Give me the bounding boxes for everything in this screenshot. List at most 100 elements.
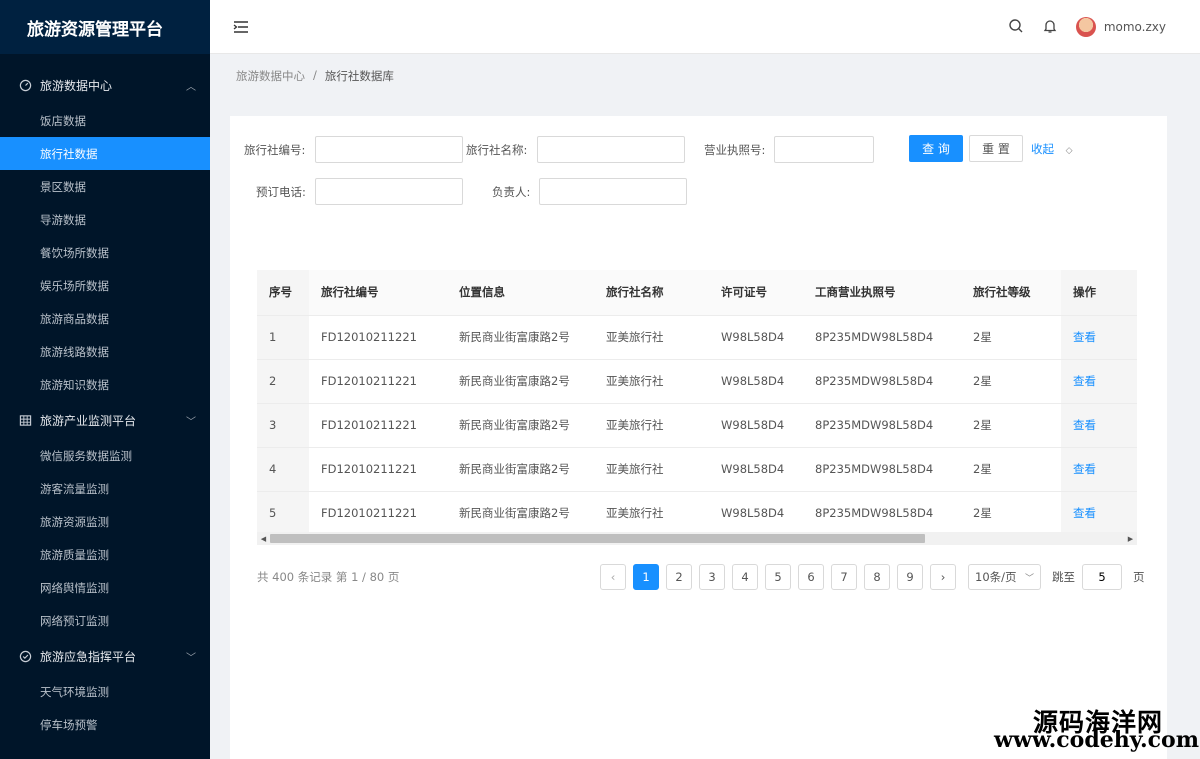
- sidebar-item-entertainment[interactable]: 娱乐场所数据: [0, 269, 210, 302]
- breadcrumb-current: 旅行社数据库: [324, 69, 394, 83]
- cell-business-license: 8P235MDW98L58D4: [803, 315, 961, 360]
- agency-code-label: 旅行社编号:: [244, 143, 306, 157]
- page-button[interactable]: 3: [699, 564, 725, 590]
- pagination: ‹ 1 2 3 4 5 6 7 8 9 › 10条/页 ﹀ 跳至 页: [600, 564, 1145, 590]
- cell-index: 4: [257, 447, 309, 492]
- cell-agency-code: FD12010211221: [309, 403, 447, 448]
- manager-label: 负责人:: [492, 185, 531, 199]
- cell-permit: W98L58D4: [709, 359, 803, 404]
- column-header: 许可证号: [709, 270, 803, 316]
- check-circle-icon: [18, 649, 32, 663]
- phone-label: 预订电话:: [256, 185, 306, 199]
- chevron-up-icon: ︿: [186, 81, 196, 93]
- page-button[interactable]: 8: [864, 564, 890, 590]
- table-row: 3 FD12010211221 新民商业街富康路2号 亚美旅行社 W98L58D…: [257, 403, 1137, 448]
- page-button[interactable]: 4: [732, 564, 758, 590]
- cell-level: 2星: [961, 359, 1061, 404]
- page-button[interactable]: 2: [666, 564, 692, 590]
- breadcrumb-parent[interactable]: 旅游数据中心: [236, 68, 305, 84]
- menu-group-data-center[interactable]: 旅游数据中心 ︿: [0, 66, 210, 104]
- cell-agency-code: FD12010211221: [309, 359, 447, 404]
- jump-label: 跳至: [1052, 570, 1075, 584]
- page-button[interactable]: 7: [831, 564, 857, 590]
- sidebar-item-wechat[interactable]: 微信服务数据监测: [0, 439, 210, 472]
- horizontal-scrollbar[interactable]: ◀ ▶: [257, 532, 1137, 545]
- cell-location: 新民商业街富康路2号: [447, 359, 594, 404]
- view-link[interactable]: 查看: [1073, 374, 1096, 388]
- menu-group-industry-monitor[interactable]: 旅游产业监测平台 ﹀: [0, 401, 210, 439]
- sidebar-item-scenic[interactable]: 景区数据: [0, 170, 210, 203]
- chevron-down-icon: ﹀: [1024, 573, 1034, 584]
- license-input[interactable]: [774, 136, 874, 163]
- sidebar-item-quality[interactable]: 旅游质量监测: [0, 538, 210, 571]
- sidebar-item-parking[interactable]: 停车场预警: [0, 708, 210, 741]
- view-link[interactable]: 查看: [1073, 506, 1096, 520]
- page-unit-label: 页: [1133, 570, 1145, 584]
- scroll-left-icon[interactable]: ◀: [257, 532, 270, 545]
- sidebar-item-knowledge[interactable]: 旅游知识数据: [0, 368, 210, 401]
- manager-input[interactable]: [539, 178, 687, 205]
- search-icon[interactable]: [1008, 18, 1024, 37]
- menu-fold-icon[interactable]: [232, 19, 250, 35]
- column-header: 位置信息: [447, 270, 594, 316]
- cell-business-license: 8P235MDW98L58D4: [803, 403, 961, 448]
- cell-location: 新民商业街富康路2号: [447, 491, 594, 536]
- view-link[interactable]: 查看: [1073, 418, 1096, 432]
- avatar[interactable]: [1075, 17, 1096, 37]
- submenu-emergency: 天气环境监测 停车场预警: [0, 675, 210, 741]
- agency-name-input[interactable]: [537, 136, 685, 163]
- table-header-row: 序号 旅行社编号 位置信息 旅行社名称 许可证号 工商营业执照号 旅行社等级 操…: [257, 270, 1137, 316]
- cell-permit: W98L58D4: [709, 403, 803, 448]
- sidebar-item-public-opinion[interactable]: 网络舆情监测: [0, 571, 210, 604]
- collapse-link[interactable]: 收起 ◇: [1031, 141, 1073, 157]
- sidebar-item-online-booking[interactable]: 网络预订监测: [0, 604, 210, 637]
- sidebar-item-weather[interactable]: 天气环境监测: [0, 675, 210, 708]
- sidebar-item-routes[interactable]: 旅游线路数据: [0, 335, 210, 368]
- cell-permit: W98L58D4: [709, 315, 803, 360]
- cell-level: 2星: [961, 447, 1061, 492]
- jump-input[interactable]: [1082, 564, 1122, 590]
- page-button[interactable]: 9: [897, 564, 923, 590]
- scroll-right-icon[interactable]: ▶: [1124, 532, 1137, 545]
- sidebar-item-resource[interactable]: 旅游资源监测: [0, 505, 210, 538]
- page-size-select[interactable]: 10条/页 ﹀: [968, 564, 1041, 590]
- column-header: 工商营业执照号: [803, 270, 961, 316]
- cell-agency-code: FD12010211221: [309, 315, 447, 360]
- next-page-icon[interactable]: ›: [930, 564, 956, 590]
- cell-level: 2星: [961, 403, 1061, 448]
- agency-code-input[interactable]: [315, 136, 463, 163]
- breadcrumb-separator: /: [313, 68, 317, 82]
- page-button[interactable]: 6: [798, 564, 824, 590]
- sidebar-item-hotel[interactable]: 饭店数据: [0, 104, 210, 137]
- sidebar-item-travel-agency[interactable]: 旅行社数据: [0, 137, 210, 170]
- menu-group-label: 旅游产业监测平台: [40, 413, 137, 428]
- table-icon: [18, 413, 32, 427]
- sidebar-item-dining[interactable]: 餐饮场所数据: [0, 236, 210, 269]
- bell-icon[interactable]: [1042, 18, 1058, 37]
- view-link[interactable]: 查看: [1073, 462, 1096, 476]
- username[interactable]: momo.zxy: [1104, 20, 1166, 34]
- page-button[interactable]: 5: [765, 564, 791, 590]
- app-title: 旅游资源管理平台: [0, 0, 210, 54]
- query-button[interactable]: 查 询: [909, 135, 963, 162]
- phone-input[interactable]: [315, 178, 463, 205]
- cell-agency-code: FD12010211221: [309, 447, 447, 492]
- chevron-down-icon: ﹀: [186, 652, 196, 664]
- view-link[interactable]: 查看: [1073, 330, 1096, 344]
- page-button[interactable]: 1: [633, 564, 659, 590]
- cell-agency-name: 亚美旅行社: [594, 447, 709, 492]
- cell-index: 2: [257, 359, 309, 404]
- sidebar-item-visitor-flow[interactable]: 游客流量监测: [0, 472, 210, 505]
- cell-agency-name: 亚美旅行社: [594, 403, 709, 448]
- content-card: 旅行社编号: 旅行社名称: 营业执照号: 查 询 重 置 收起 ◇ 预订电话: …: [230, 116, 1167, 759]
- prev-page-icon[interactable]: ‹: [600, 564, 626, 590]
- cell-permit: W98L58D4: [709, 447, 803, 492]
- cell-location: 新民商业街富康路2号: [447, 403, 594, 448]
- sidebar-item-guide[interactable]: 导游数据: [0, 203, 210, 236]
- reset-button[interactable]: 重 置: [969, 135, 1023, 162]
- sidebar-item-goods[interactable]: 旅游商品数据: [0, 302, 210, 335]
- top-header: momo.zxy: [210, 0, 1200, 54]
- menu-group-emergency[interactable]: 旅游应急指挥平台 ﹀: [0, 637, 210, 675]
- breadcrumb: 旅游数据中心 / 旅行社数据库: [236, 68, 394, 84]
- scrollbar-thumb[interactable]: [270, 534, 925, 543]
